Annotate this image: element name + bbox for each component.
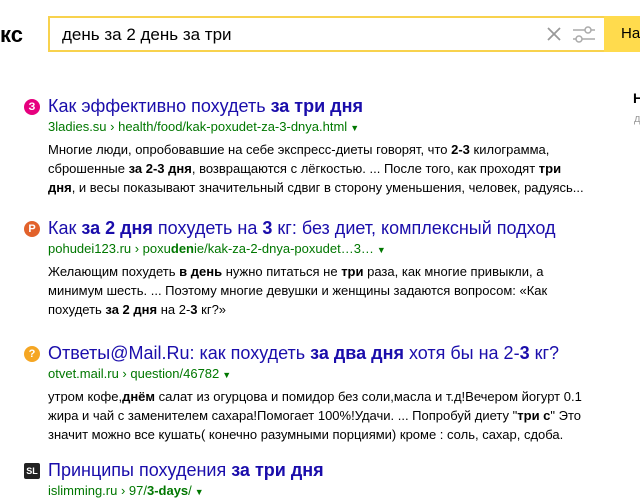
snippet-line: Желающим похудеть в день нужно питаться … [48, 264, 544, 279]
result-url-link[interactable]: otvet.mail.ru › question/46782 ▼ [48, 365, 624, 384]
result-snippet: Желающим похудеть в день нужно питаться … [48, 262, 608, 319]
snippet-line: сброшенные за 2-3 дня, возвращаются с лё… [48, 161, 562, 176]
site-favicon-icon: P [24, 221, 40, 237]
result-title-link[interactable]: Принципы похудения за три дня [48, 458, 624, 482]
search-result: SL Принципы похудения за три дня islimming… [24, 458, 624, 501]
site-favicon-icon: SL [24, 463, 40, 479]
result-title-link[interactable]: Как за 2 дня похудеть на 3 кг: без диет,… [48, 216, 624, 240]
search-result: З Как эффективно похудеть за три дня 3ladi… [24, 94, 624, 197]
result-snippet: утром кофе,днём салат из огурцова и поми… [48, 387, 608, 444]
site-favicon-icon: З [24, 99, 40, 115]
snippet-line: похудеть за 2 дня на 2-3 кг?» [48, 302, 227, 317]
url-menu-chevron-icon[interactable]: ▼ [195, 487, 204, 497]
sidebar-clipped-subtext: д [634, 113, 640, 125]
result-url-link[interactable]: islimming.ru › 97/3-days/▼ [48, 482, 624, 501]
snippet-line: Многие люди, опробовавшие на себе экспре… [48, 142, 550, 157]
find-button[interactable]: На [604, 16, 640, 52]
result-title-link[interactable]: Ответы@Mail.Ru: как похудеть за два дня … [48, 341, 624, 365]
url-menu-chevron-icon[interactable]: ▼ [350, 123, 359, 133]
url-menu-chevron-icon[interactable]: ▼ [222, 370, 231, 380]
snippet-line: минимум шесть. ... Поэтому многие девушк… [48, 283, 548, 298]
site-favicon-icon: ? [24, 346, 40, 362]
search-result: ? Ответы@Mail.Ru: как похудеть за два дня… [24, 341, 624, 444]
search-box[interactable] [48, 16, 604, 52]
snippet-line: утром кофе,днём салат из огурцова и поми… [48, 389, 582, 404]
sidebar-clipped-text: Н [633, 90, 640, 106]
url-menu-chevron-icon[interactable]: ▼ [377, 245, 386, 255]
snippet-line: дня, и весы показывают значительный сдви… [48, 180, 584, 195]
snippet-line: жира и чай с заменителем сахара!Помогает… [48, 408, 582, 423]
result-title-link[interactable]: Как эффективно похудеть за три дня [48, 94, 624, 118]
result-snippet: Многие люди, опробовавшие на себе экспре… [48, 140, 608, 197]
snippet-line: значит можно все кушать( конечно разумны… [48, 427, 564, 442]
result-url-link[interactable]: pohudei123.ru › poxudenie/kak-za-2-dnya-… [48, 240, 624, 259]
clear-icon[interactable] [545, 25, 563, 43]
filter-settings-icon[interactable] [572, 26, 596, 44]
search-result: P Как за 2 дня похудеть на 3 кг: без диет… [24, 216, 624, 319]
search-input[interactable] [62, 25, 532, 45]
result-url-link[interactable]: 3ladies.su › health/food/kak-poxudet-za-… [48, 118, 624, 137]
yandex-logo[interactable]: кс [0, 22, 23, 48]
